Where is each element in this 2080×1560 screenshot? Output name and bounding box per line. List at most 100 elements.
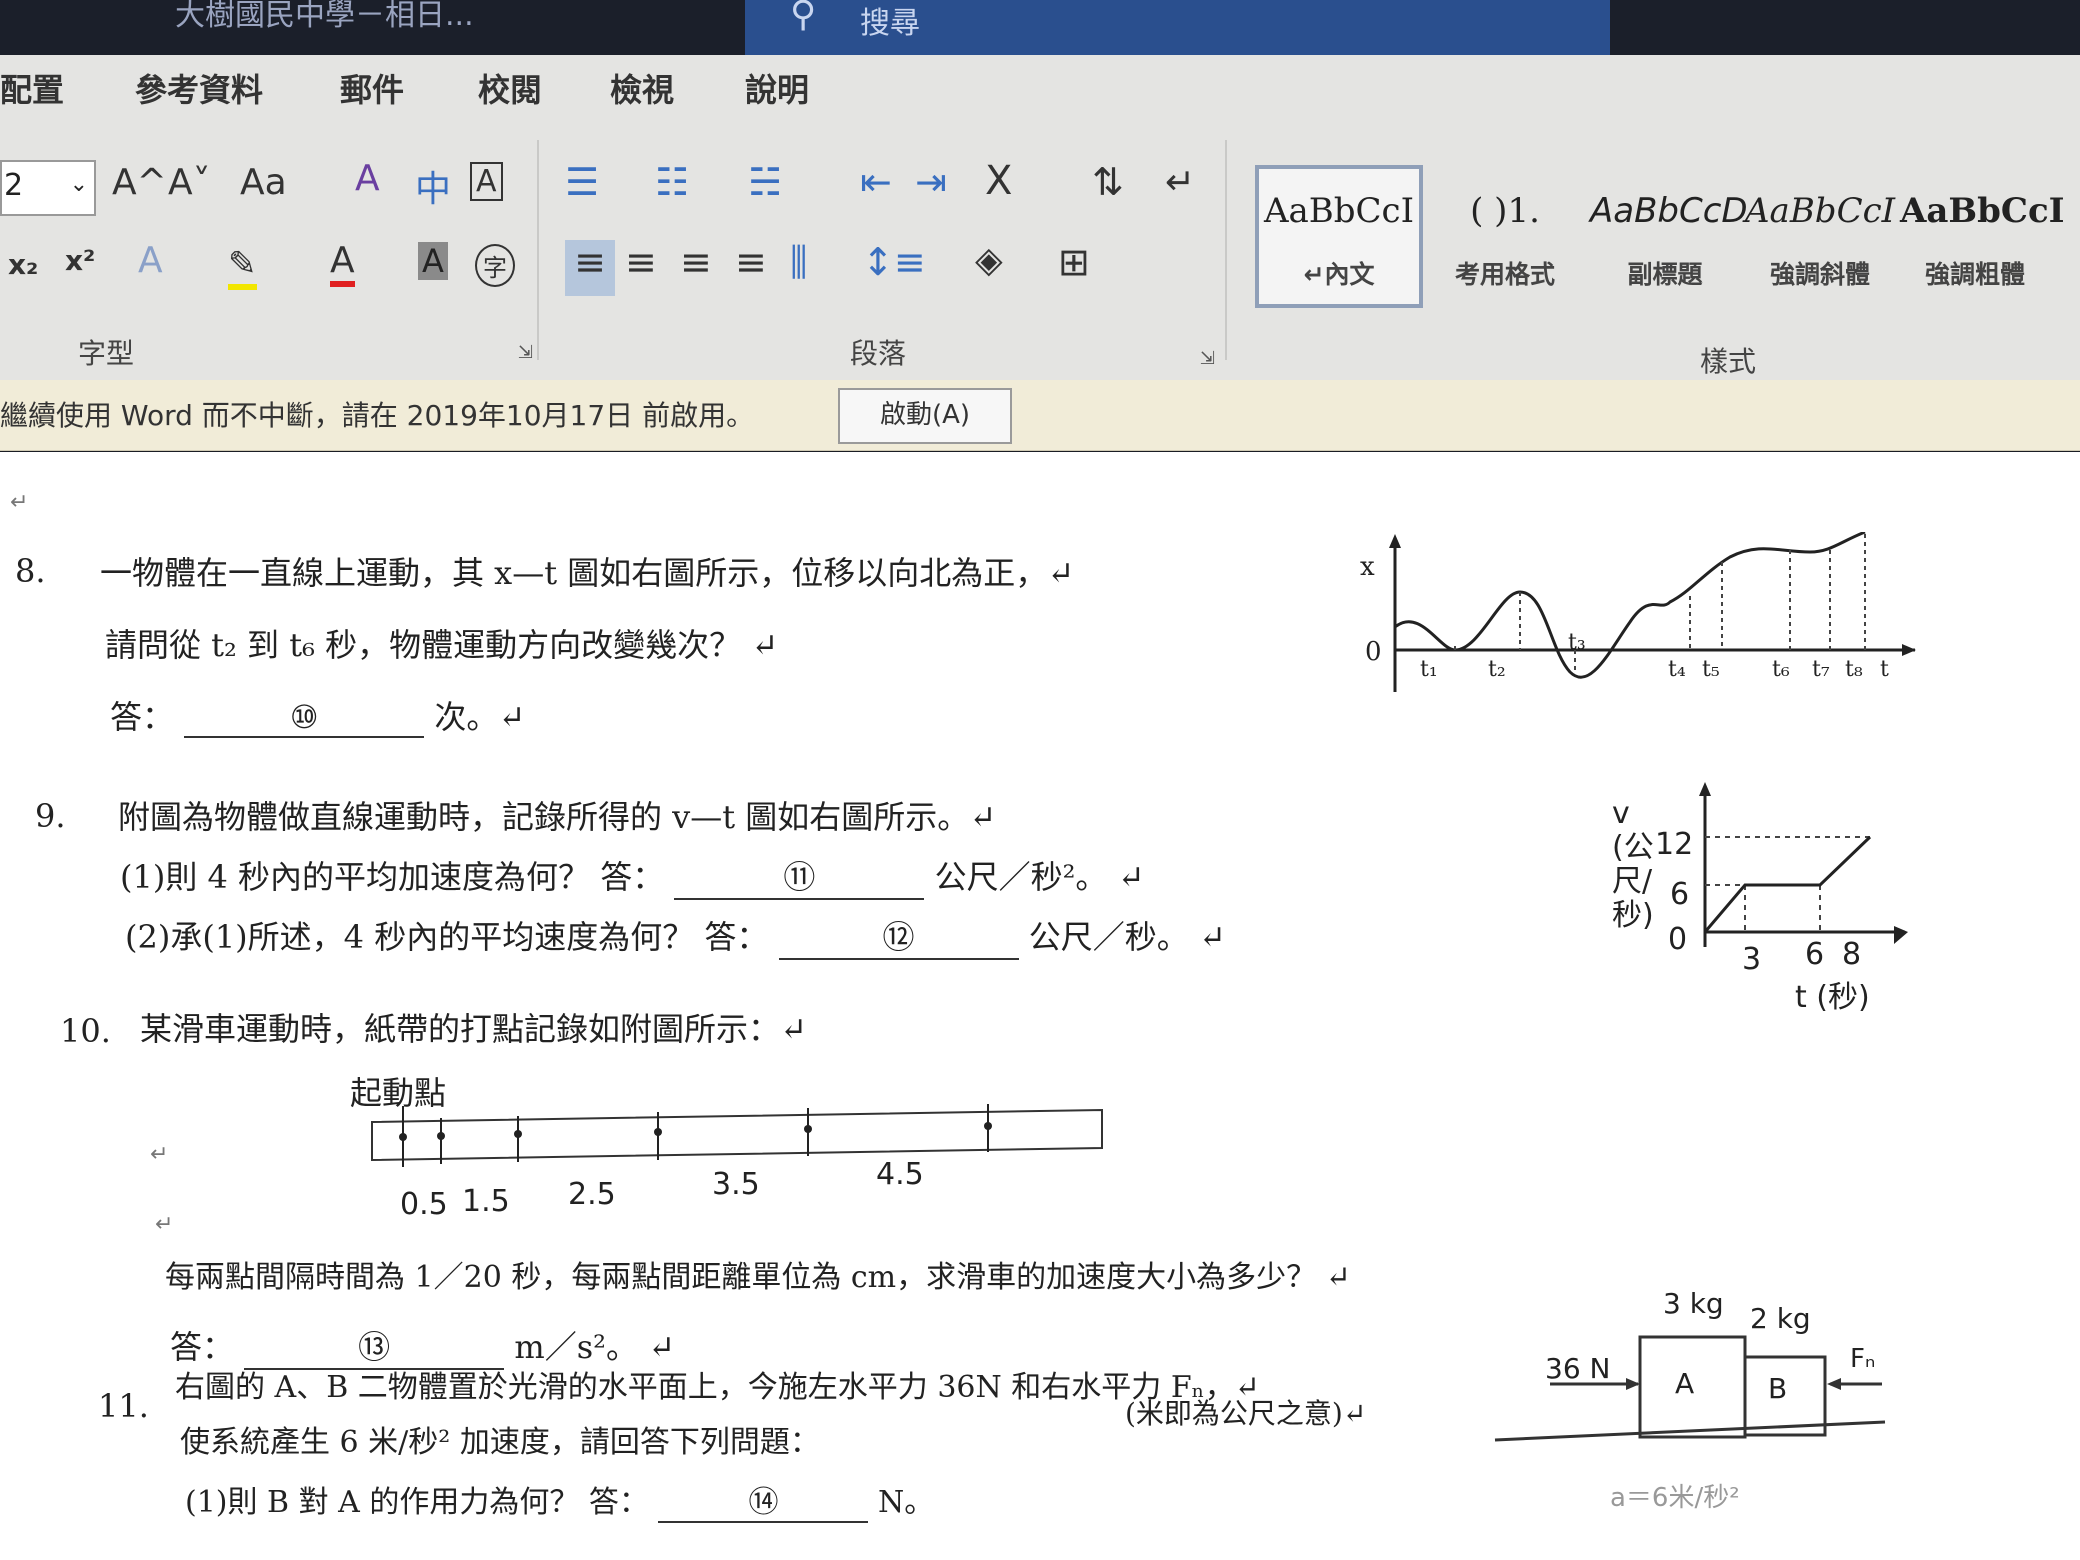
style-sample: AaBbCcI [1263, 191, 1415, 231]
tape-label-1-5: 1.5 [462, 1184, 510, 1219]
mass-b-label: 2 kg [1750, 1302, 1811, 1335]
style-name: 強調粗體 [1924, 260, 2025, 289]
tab-layout[interactable]: 配置 [0, 65, 64, 111]
font-size-select[interactable]: 2 ⌄ [0, 160, 96, 216]
q10-number: 10. [60, 1012, 111, 1050]
style-subtitle[interactable]: AaBbCcD 副標題 [1590, 165, 1748, 295]
enclose-char-button[interactable]: 字 [475, 244, 515, 287]
font-group-label: 字型 [78, 337, 135, 370]
text-direction-icon[interactable]: Ⅹ [985, 158, 1012, 204]
text-effects-button[interactable]: A [138, 240, 163, 281]
change-case-button[interactable]: Aa [240, 162, 287, 203]
decrease-indent-icon[interactable]: ⇤ [860, 160, 892, 204]
borders-icon[interactable]: ⊞ [1058, 240, 1090, 284]
search-icon: ⚲ [790, 0, 817, 35]
distributed-icon[interactable]: ⫼ [790, 240, 807, 285]
mass-a-label: 3 kg [1663, 1287, 1724, 1320]
font-size-value: 2 [4, 168, 24, 203]
multilevel-list-icon[interactable]: ☵ [748, 160, 782, 204]
q11-line2: 使系統產生 6 米/秒² 加速度，請回答下列問題： [180, 1425, 820, 1460]
style-name: 考用格式 [1454, 260, 1555, 289]
xt-y-label: x [1360, 552, 1375, 582]
search-label: 搜尋 [860, 6, 920, 41]
q9-number: 9. [35, 797, 66, 835]
show-marks-icon[interactable]: ↵ [1165, 162, 1195, 203]
dialog-launcher-icon[interactable]: ⇲ [518, 342, 533, 363]
highlighter-icon[interactable]: ✎ [228, 244, 257, 290]
style-normal[interactable]: AaBbCcI ↵內文 [1255, 165, 1423, 308]
shrink-font-button[interactable]: A˅ [168, 162, 211, 203]
tab-review[interactable]: 校閱 [478, 65, 542, 111]
tape-label-4-5: 4.5 [876, 1157, 924, 1192]
q9-part1: (1)則 4 秒內的平均加速度為何？ 答： ⑪ 公尺／秒²。 ↵ [120, 852, 1144, 900]
vt-y-tick-0: 0 [1668, 922, 1688, 957]
tab-help[interactable]: 說明 [745, 65, 809, 111]
line-spacing-icon[interactable]: ↕≡ [862, 240, 926, 284]
char-border-button[interactable]: A [470, 162, 503, 201]
q9-line1: 附圖為物體做直線運動時，記錄所得的 v—t 圖如右圖所示。↵ [118, 798, 997, 836]
styles-group-label: 樣式 [1700, 345, 1757, 378]
subscript-button[interactable]: x₂ [8, 248, 38, 281]
numbering-icon[interactable]: ☷ [655, 160, 689, 204]
bullets-icon[interactable]: ☰ [565, 160, 599, 204]
vt-x-tick-6: 6 [1805, 937, 1825, 972]
xt-tick-t3: t₃ [1568, 630, 1586, 655]
window-title: 大樹國民中學－相日... [175, 0, 474, 33]
q11-part1-text: (1)則 B 對 A 的作用力為何？ 答： [185, 1485, 649, 1520]
vt-x-label: t (秒) [1795, 980, 1870, 1015]
dialog-launcher-icon[interactable]: ⇲ [1200, 348, 1215, 369]
xt-tick-t8: t₈ [1845, 657, 1863, 682]
answer-blank[interactable]: ⑩ [184, 698, 425, 738]
align-right-icon[interactable]: ≡ [680, 240, 712, 284]
q8-line1: 一物體在一直線上運動，其 x—t 圖如右圖所示，位移以向北為正，↵ [100, 554, 1075, 592]
style-sample: AaBbCcI [1900, 191, 2065, 231]
document-page[interactable]: ↵ 8. 一物體在一直線上運動，其 x—t 圖如右圖所示，位移以向北為正，↵ 請… [0, 452, 2080, 1560]
font-color-button[interactable]: A [330, 240, 355, 287]
paragraph-mark: ↵ [155, 1212, 174, 1237]
tab-view[interactable]: 檢視 [610, 65, 674, 111]
answer-unit: N。 [877, 1485, 935, 1520]
align-left-icon[interactable]: ≡ [565, 240, 615, 296]
char-shading-button[interactable]: A [418, 242, 448, 280]
grow-font-button[interactable]: A^ [112, 162, 167, 203]
search-box[interactable]: ⚲ 搜尋 [745, 0, 1610, 58]
phonetic-guide-button[interactable]: 中 [415, 160, 451, 212]
increase-indent-icon[interactable]: ⇥ [915, 160, 947, 204]
q11-number: 11. [98, 1387, 149, 1425]
tab-references[interactable]: 參考資料 [135, 65, 263, 111]
activate-button[interactable]: 啟動(A) [838, 388, 1012, 444]
shading-icon[interactable]: ◈ [975, 240, 1003, 281]
tab-mailings[interactable]: 郵件 [340, 65, 404, 111]
xt-tick-t1: t₁ [1420, 657, 1438, 682]
paragraph-mark: ↵ [150, 1142, 169, 1167]
answer-unit: 公尺／秒²。 ↵ [934, 858, 1145, 896]
clear-format-button[interactable]: A [355, 158, 380, 199]
q9-part2: (2)承(1)所述，4 秒內的平均速度為何？ 答： ⑫ 公尺／秒。 ↵ [125, 912, 1226, 960]
align-center-icon[interactable]: ≡ [625, 240, 657, 284]
chevron-down-icon: ⌄ [69, 172, 88, 197]
q9-part2-text: (2)承(1)所述，4 秒內的平均速度為何？ 答： [125, 918, 769, 956]
style-sample: AaBbCcD [1590, 191, 1748, 231]
answer-blank[interactable]: ⑫ [778, 912, 1019, 960]
superscript-button[interactable]: x² [65, 244, 95, 277]
sort-icon[interactable]: ⇅ [1092, 160, 1124, 204]
q10-line1: 某滑車運動時，紙帶的打點記錄如附圖所示：↵ [140, 1010, 807, 1048]
xt-graph [1389, 532, 1916, 692]
title-bar: 大樹國民中學－相日... ⚲ 搜尋 [0, 0, 2080, 60]
style-exam-format[interactable]: ( )1. 考用格式 [1425, 165, 1585, 295]
justify-icon[interactable]: ≡ [735, 240, 767, 284]
xt-tick-t6: t₆ [1772, 657, 1790, 682]
style-name: ↵內文 [1303, 260, 1375, 289]
answer-blank[interactable]: ⑭ [658, 1477, 869, 1523]
answer-unit: 次。↵ [434, 698, 526, 736]
answer-label: 答： [110, 698, 175, 736]
xt-origin-label: 0 [1365, 637, 1382, 667]
style-emphasis-bold[interactable]: AaBbCcI 強調粗體 [1900, 165, 2065, 295]
tape-label-2-5: 2.5 [568, 1177, 616, 1212]
answer-blank[interactable]: ⑪ [674, 852, 925, 900]
vt-x-tick-3: 3 [1742, 942, 1762, 977]
force-right-label: Fₙ [1850, 1344, 1876, 1374]
q8-line2: 請問從 t₂ 到 t₆ 秒，物體運動方向改變幾次？ ↵ [105, 626, 779, 664]
style-emphasis-italic[interactable]: AaBbCcI 強調斜體 [1745, 165, 1895, 295]
block-a-label: A [1675, 1367, 1695, 1400]
